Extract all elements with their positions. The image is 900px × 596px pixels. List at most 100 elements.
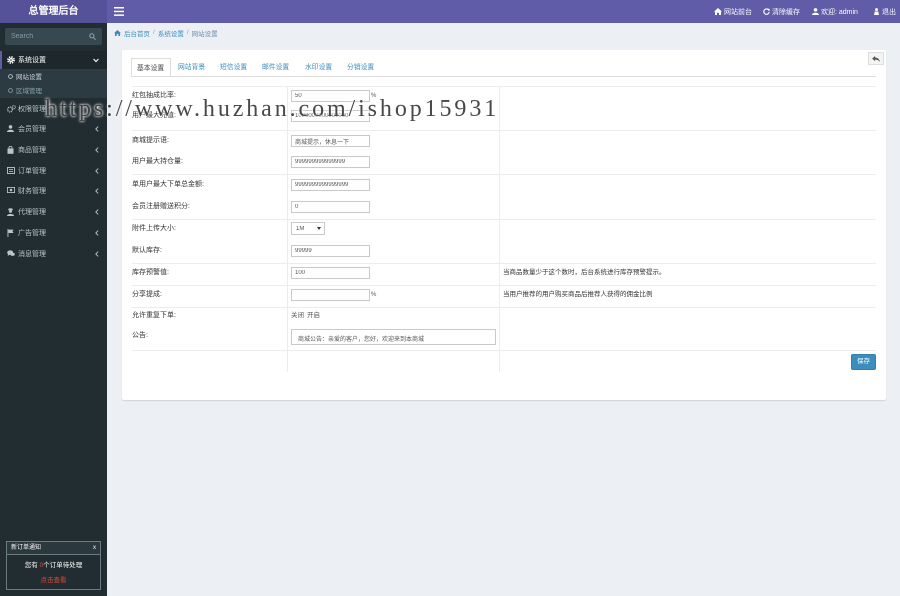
nav-item-label: 欢迎: admin (821, 8, 858, 16)
sidebar-item-permissions[interactable]: 权限管理 (0, 99, 107, 119)
tab-watermark-settings[interactable]: 水印设置 (305, 58, 332, 77)
chevron-down-icon (93, 58, 99, 63)
sidebar-item-ads[interactable]: 广告管理 (0, 223, 107, 243)
sidebar-item-label: 会员管理 (18, 126, 46, 133)
nav-user-menu[interactable]: 欢迎: admin (812, 0, 858, 23)
tab-basic-settings[interactable]: 基本设置 (131, 58, 171, 77)
caret-down-icon (317, 227, 321, 230)
sidebar-item-products[interactable]: 商品管理 (0, 140, 107, 160)
form-row: 商城提示语: (132, 134, 876, 148)
field-help-text: 当用户推荐的用户购买商品后推荐人获得的佣金比例 (503, 291, 653, 298)
chevron-left-icon (95, 106, 99, 112)
notice-view-link[interactable]: 点击查看 (7, 574, 100, 584)
sidebar-item-agents[interactable]: 代理管理 (0, 202, 107, 222)
back-button[interactable] (868, 52, 884, 65)
sidebar-subitem-label: 区域管理 (16, 88, 42, 95)
sidebar: 系统设置 网站设置 区域管理 权限管理 会员管理 商品管理 订单管理 财务管理 (0, 23, 107, 596)
option-off[interactable]: 关闭 (291, 309, 304, 323)
chevron-left-icon (95, 168, 99, 174)
percent-suffix: % (371, 93, 377, 99)
form-row: 附件上传大小: 1M (132, 222, 876, 236)
search-input[interactable] (5, 28, 87, 45)
comments-icon (7, 250, 15, 258)
notice-text-suffix: 个订单待处理 (43, 562, 83, 569)
max-order-total-input[interactable] (291, 179, 370, 191)
table-divider (132, 219, 876, 220)
sidebar-subitem-region-management[interactable]: 区域管理 (0, 83, 107, 97)
tab-email-settings[interactable]: 邮件设置 (262, 58, 289, 77)
sidebar-item-system-settings[interactable]: 系统设置 (0, 51, 107, 69)
sidebar-item-messages[interactable]: 消息管理 (0, 244, 107, 264)
table-divider (132, 263, 876, 264)
field-label: 允许重复下单: (132, 312, 176, 319)
sidebar-item-finance[interactable]: 财务管理 (0, 181, 107, 201)
table-divider (132, 350, 876, 351)
sidebar-item-label: 系统设置 (18, 57, 46, 64)
option-on[interactable]: 开启 (307, 309, 320, 323)
red-packet-rate-input[interactable] (291, 90, 370, 102)
reply-icon (872, 55, 880, 62)
user-max-recharge-input[interactable] (291, 110, 370, 122)
field-label: 默认库存: (132, 247, 162, 254)
commission-rate-input[interactable] (291, 289, 370, 301)
sidebar-subitem-site-settings[interactable]: 网站设置 (0, 69, 107, 83)
field-label: 库存预警值: (132, 269, 169, 276)
field-label: 用户最大持仓量: (132, 158, 183, 165)
field-label: 商城提示语: (132, 137, 169, 144)
close-icon[interactable]: x (93, 542, 96, 554)
announcement-textarea[interactable]: 商城公告：亲爱的客户，您好，欢迎来到本商城 (291, 329, 496, 345)
user-secret-icon (7, 208, 15, 216)
list-alt-icon (7, 167, 15, 175)
nav-item-label: 退出 (882, 8, 896, 16)
table-divider (132, 285, 876, 286)
sign-out-icon (873, 8, 880, 15)
user-max-holding-input[interactable] (291, 156, 370, 168)
tab-sms-settings[interactable]: 短信设置 (220, 58, 247, 77)
form-row: 库存预警值: 当商品数量少于这个数时，后台系统进行库存预警提示。 (132, 266, 876, 280)
sidebar-item-orders[interactable]: 订单管理 (0, 161, 107, 181)
sidebar-subitem-label: 网站设置 (16, 74, 42, 81)
sidebar-submenu-system-settings: 网站设置 区域管理 (0, 69, 107, 98)
nav-clear-cache-button[interactable]: 清除缓存 (763, 0, 800, 23)
app-logo-title[interactable]: 总管理后台 (0, 0, 107, 23)
table-divider (132, 174, 876, 175)
percent-suffix: % (371, 292, 377, 298)
money-icon (7, 187, 15, 195)
sidebar-item-label: 商品管理 (18, 147, 46, 154)
sidebar-search (5, 28, 102, 45)
form-row: 红包抽成比率: % (132, 89, 876, 103)
nav-logout-button[interactable]: 退出 (873, 0, 896, 23)
sidebar-item-members[interactable]: 会员管理 (0, 119, 107, 139)
mall-tip-input[interactable] (291, 135, 370, 147)
default-stock-input[interactable] (291, 245, 370, 257)
sidebar-item-label: 代理管理 (18, 209, 46, 216)
field-label: 单用户最大下单总金额: (132, 181, 204, 188)
menu-icon[interactable] (114, 7, 124, 16)
notice-header: 新订单通知 x (7, 542, 100, 555)
user-icon (812, 8, 819, 15)
register-points-input[interactable] (291, 201, 370, 213)
notice-title: 新订单通知 (11, 545, 42, 551)
form-row: 默认库存: (132, 244, 876, 258)
search-icon[interactable] (89, 33, 96, 40)
breadcrumb-home-link[interactable]: 后台首页 (124, 28, 150, 38)
form-row: 用户最大持仓量: (132, 155, 876, 169)
nav-item-label: 清除缓存 (772, 8, 800, 16)
save-button[interactable]: 保存 (851, 354, 876, 370)
refresh-icon (763, 8, 770, 15)
table-divider (132, 307, 876, 308)
nav-frontend-link[interactable]: 网站前台 (714, 0, 752, 23)
form-row: 分享提成: % 当用户推荐的用户购买商品后推荐人获得的佣金比例 (132, 288, 876, 302)
stock-warning-input[interactable] (291, 267, 370, 279)
new-order-notice: 新订单通知 x 您有 0个订单待处理 点击查看 (6, 541, 101, 590)
chevron-left-icon (95, 251, 99, 257)
field-label: 用户最大充值: (132, 112, 176, 119)
field-label: 红包抽成比率: (132, 92, 176, 99)
field-label: 公告: (132, 332, 148, 339)
breadcrumb-system-settings-link[interactable]: 系统设置 (158, 28, 184, 38)
tab-distribution-settings[interactable]: 分销设置 (347, 58, 374, 77)
tab-site-background[interactable]: 网站背景 (178, 58, 205, 77)
breadcrumb: 后台首页 / 系统设置 / 网站设置 (114, 27, 218, 38)
form-row: 允许重复下单: 关闭 开启 (132, 309, 876, 323)
form-row: 会员注册赠送积分: (132, 200, 876, 214)
